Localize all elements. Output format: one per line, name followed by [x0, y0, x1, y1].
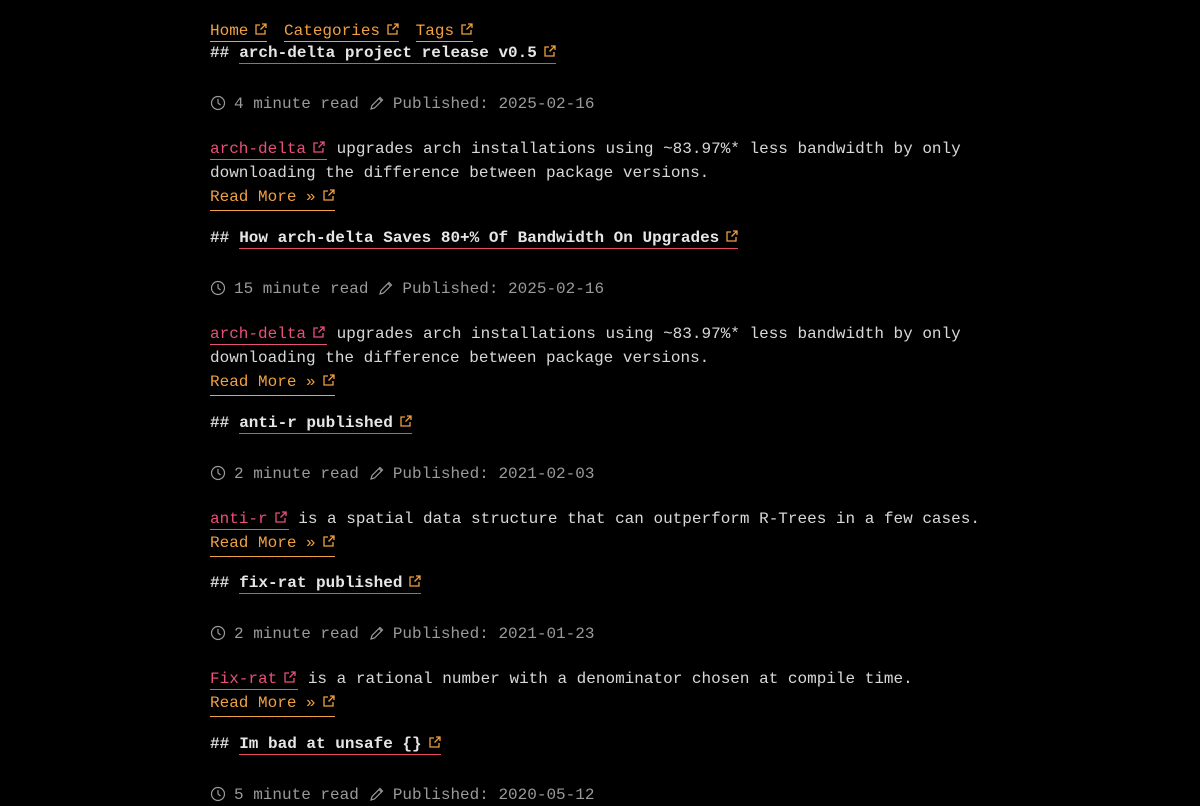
summary-text: is a spatial data structure that can out… [298, 510, 980, 528]
post-title-link[interactable]: anti-r published [239, 414, 412, 434]
post-item: ## fix-rat published 2 minute read Publish… [210, 572, 1010, 717]
external-link-icon [255, 23, 268, 35]
post-title: How arch-delta Saves 80+% Of Bandwidth O… [239, 229, 720, 247]
external-link-icon [313, 326, 325, 338]
project-name: arch-delta [210, 325, 307, 343]
post-title-row: ## fix-rat published [210, 572, 1010, 594]
post-title-row: ## Im bad at unsafe {} [210, 733, 1010, 755]
external-link-icon [322, 535, 335, 547]
external-link-icon [284, 671, 296, 683]
published-date: Published: 2020-05-12 [392, 786, 595, 804]
external-link-icon [726, 230, 738, 242]
read-more-label: Read More » [210, 694, 316, 712]
read-more-label: Read More » [210, 534, 316, 552]
read-more-link[interactable]: Read More » [210, 531, 335, 557]
read-more-label: Read More » [210, 188, 316, 206]
clock-icon [210, 465, 226, 481]
read-time: 15 minute read [234, 280, 369, 298]
post-summary: arch-delta upgrades arch installations u… [210, 322, 1010, 396]
project-name: anti-r [210, 510, 268, 528]
post-title: arch-delta project release v0.5 [239, 44, 537, 62]
read-more-link[interactable]: Read More » [210, 185, 335, 211]
published-date: Published: 2025-02-16 [402, 280, 605, 298]
post-title-row: ## How arch-delta Saves 80+% Of Bandwidth… [210, 227, 1010, 249]
project-name: Fix-rat [210, 670, 278, 688]
summary-text: is a rational number with a denominator … [307, 670, 913, 688]
read-time: 2 minute read [234, 625, 359, 643]
post-meta: 2 minute read Published: 2021-02-03 [210, 463, 1010, 485]
post-summary: anti-r is a spatial data structure that … [210, 507, 1010, 557]
project-link[interactable]: anti-r [210, 510, 289, 530]
external-link-icon [313, 141, 325, 153]
read-more-link[interactable]: Read More » [210, 370, 335, 396]
top-nav: Home Categories Tags [210, 20, 480, 42]
clock-icon [210, 625, 226, 641]
post-title: anti-r published [239, 414, 393, 432]
external-link-icon [322, 695, 335, 707]
project-name: arch-delta [210, 140, 307, 158]
post-title: Im bad at unsafe {} [239, 735, 422, 753]
nav-categories-label: Categories [284, 22, 381, 40]
post-item: ## How arch-delta Saves 80+% Of Bandwidth… [210, 227, 1010, 396]
post-summary: Fix-rat is a rational number with a deno… [210, 667, 1010, 717]
pencil-icon [369, 95, 385, 111]
project-link[interactable]: arch-delta [210, 140, 328, 160]
post-title-link[interactable]: How arch-delta Saves 80+% Of Bandwidth O… [239, 229, 739, 249]
published-date: Published: 2025-02-16 [392, 95, 595, 113]
external-link-icon [322, 189, 335, 201]
pencil-icon [369, 465, 385, 481]
clock-icon [210, 95, 226, 111]
nav-home-label: Home [210, 22, 249, 40]
external-link-icon [400, 415, 412, 427]
published-date: Published: 2021-01-23 [392, 625, 595, 643]
read-time: 5 minute read [234, 786, 359, 804]
external-link-icon [461, 23, 473, 35]
heading-marker: ## [210, 574, 230, 592]
nav-categories-link[interactable]: Categories [284, 22, 400, 42]
external-link-icon [322, 374, 335, 386]
clock-icon [210, 280, 226, 296]
heading-marker: ## [210, 44, 230, 62]
post-title-link[interactable]: arch-delta project release v0.5 [239, 44, 556, 64]
post-meta: 5 minute read Published: 2020-05-12 [210, 784, 1010, 806]
external-link-icon [428, 736, 441, 748]
nav-tags-label: Tags [415, 22, 455, 40]
post-meta: 15 minute read Published: 2025-02-16 [210, 278, 1010, 300]
heading-marker: ## [210, 229, 230, 247]
post-item: ## Im bad at unsafe {} 5 minute read Publi… [210, 733, 1010, 806]
heading-marker: ## [210, 735, 230, 753]
external-link-icon [387, 23, 399, 35]
read-more-link[interactable]: Read More » [210, 691, 335, 717]
nav-tags-link[interactable]: Tags [415, 22, 474, 42]
pencil-icon [369, 625, 385, 641]
project-link[interactable]: Fix-rat [210, 670, 299, 690]
post-title-link[interactable]: Im bad at unsafe {} [239, 735, 441, 755]
post-title: fix-rat published [239, 574, 403, 592]
read-more-label: Read More » [210, 373, 316, 391]
post-meta: 2 minute read Published: 2021-01-23 [210, 623, 1010, 645]
published-date: Published: 2021-02-03 [392, 465, 595, 483]
post-title-row: ## arch-delta project release v0.5 [210, 42, 1010, 64]
post-item: ## arch-delta project release v0.5 4 minu… [210, 42, 1010, 211]
nav-home-link[interactable]: Home [210, 22, 268, 42]
post-title-row: ## anti-r published [210, 412, 1010, 434]
project-link[interactable]: arch-delta [210, 325, 328, 345]
post-title-link[interactable]: fix-rat published [239, 574, 422, 594]
read-time: 2 minute read [234, 465, 359, 483]
heading-marker: ## [210, 414, 230, 432]
post-item: ## anti-r published 2 minute read Publishe… [210, 412, 1010, 557]
external-link-icon [409, 575, 422, 587]
pencil-icon [378, 280, 394, 296]
read-time: 4 minute read [234, 95, 359, 113]
external-link-icon [274, 511, 287, 523]
post-meta: 4 minute read Published: 2025-02-16 [210, 93, 1010, 115]
post-summary: arch-delta upgrades arch installations u… [210, 137, 1010, 211]
external-link-icon [544, 45, 556, 57]
